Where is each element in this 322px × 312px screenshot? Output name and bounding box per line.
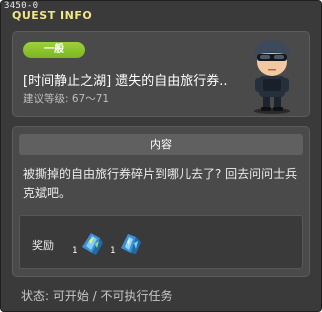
recommended-level: 建议等级: 67～71 (23, 93, 110, 105)
content-section-header: 内容 (19, 134, 303, 155)
quest-status: 状态: 可开始 / 不可执行任务 (21, 289, 173, 303)
reward-quantity: 1 (110, 246, 116, 256)
ticket-fragment-icon (82, 233, 103, 255)
reward-quantity: 1 (72, 246, 78, 256)
quest-header-panel: 一般 [时间静止之湖] 遗失的自由旅行券.. 建议等级: 67～71 (12, 31, 310, 117)
quest-category-badge: 一般 (23, 42, 85, 58)
quest-description: 被撕掉的自由旅行券碎片到哪儿去了? 回去问问士兵克斌吧。 (23, 167, 298, 200)
soldier-npc-icon (254, 40, 290, 114)
reward-label: 奖励 (32, 239, 54, 252)
ticket-fragment-icon (121, 234, 141, 254)
reward-box: 奖励 1 1 (19, 215, 303, 269)
window-title: QUEST INFO (12, 9, 93, 22)
quest-name: [时间静止之湖] 遗失的自由旅行券.. (23, 74, 228, 89)
quest-content-panel: 内容 被撕掉的自由旅行券碎片到哪儿去了? 回去问问士兵克斌吧。 奖励 1 1 (12, 126, 310, 277)
quest-info-window: 3450-0 QUEST INFO 一般 [时间静止之湖] 遗失的自由旅行券..… (0, 0, 322, 312)
reward-item[interactable]: 1 (110, 229, 144, 257)
reward-item[interactable]: 1 (72, 229, 106, 257)
